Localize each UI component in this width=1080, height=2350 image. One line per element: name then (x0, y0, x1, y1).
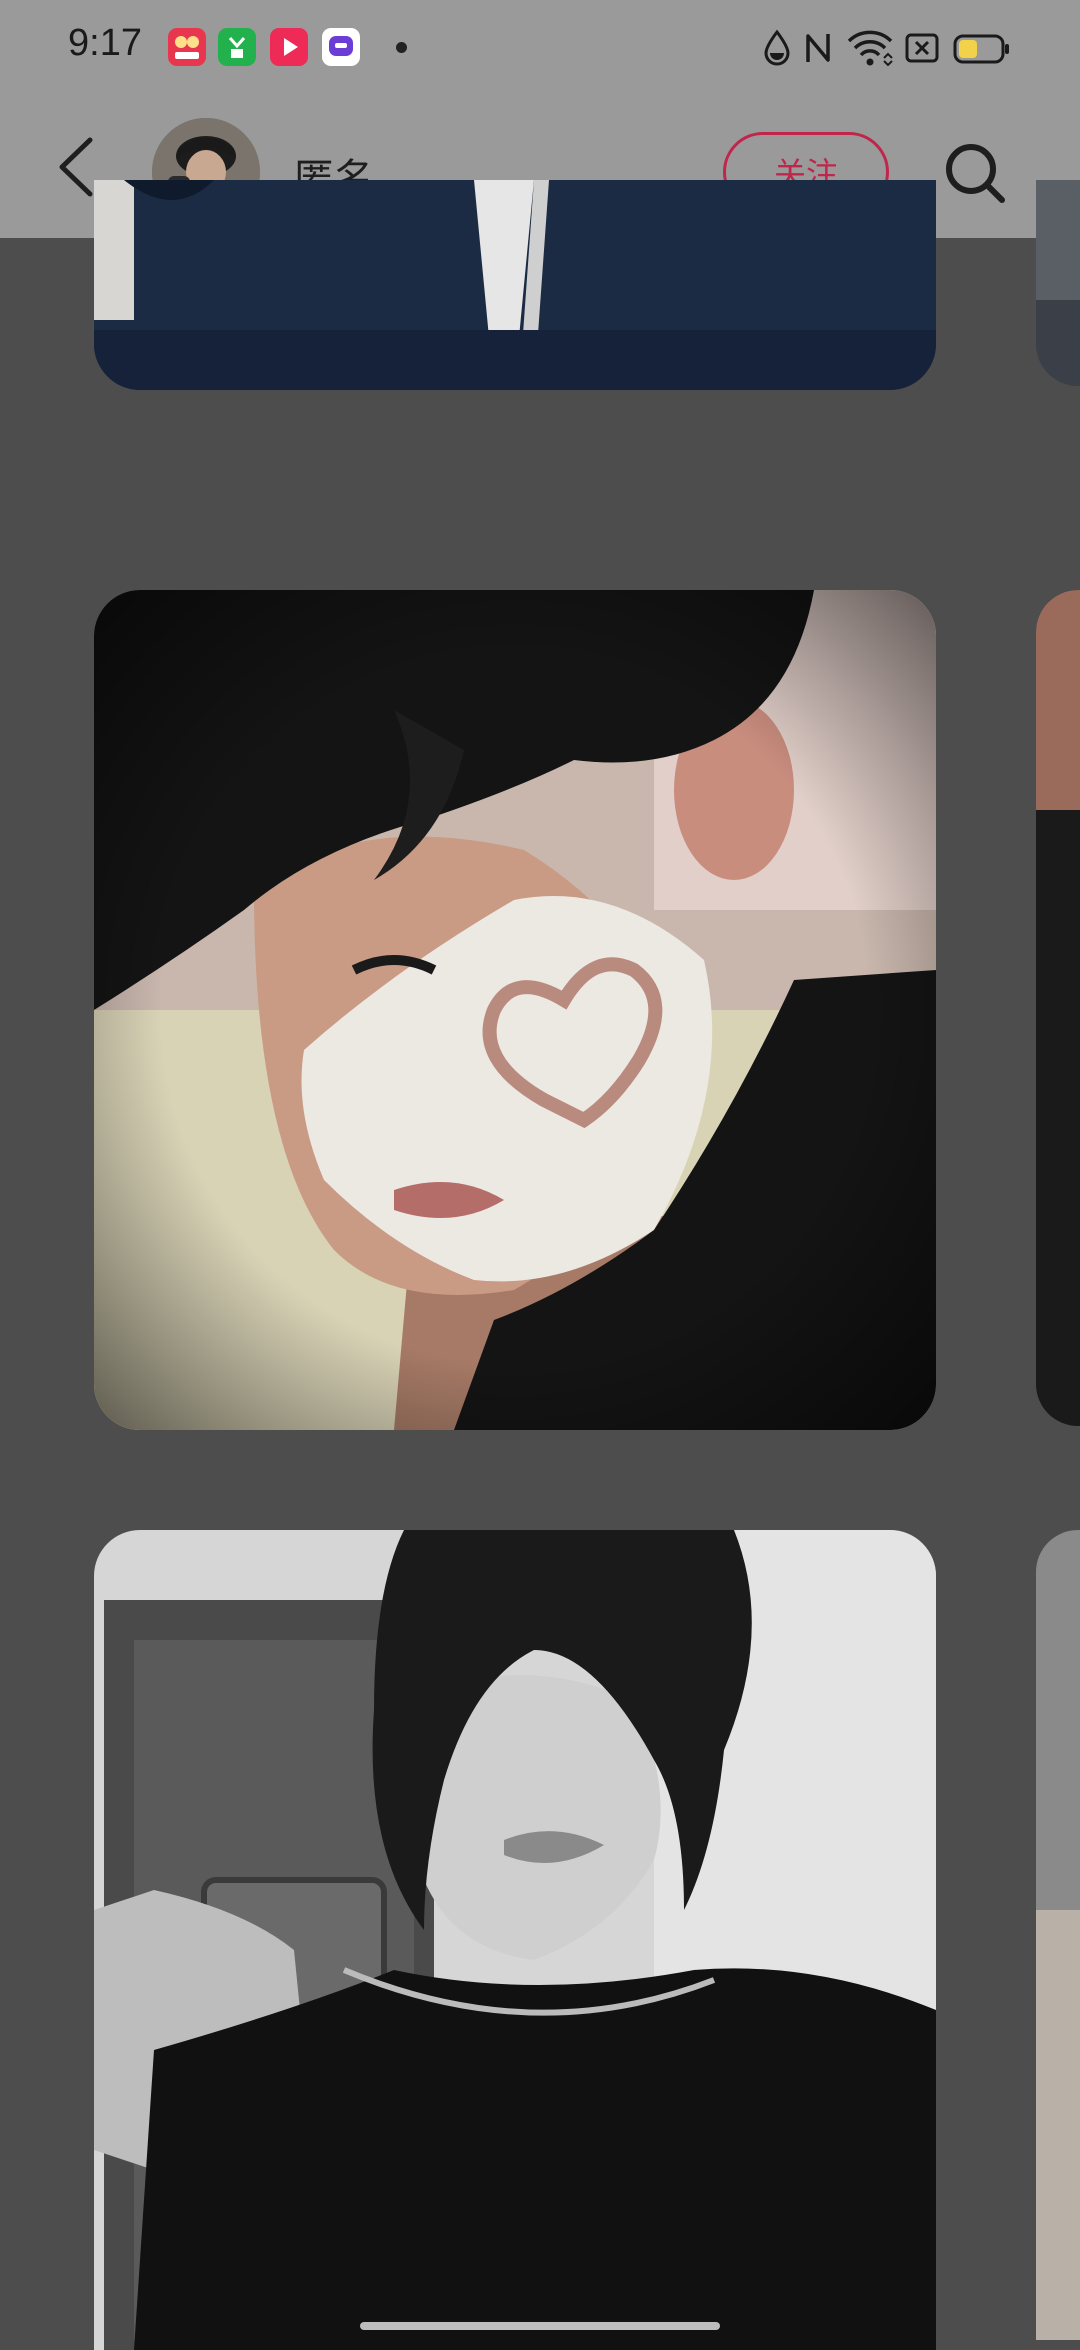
sim-disabled-icon (905, 33, 939, 63)
app-icon-purple-chat (322, 28, 360, 66)
app-icon-green (218, 28, 256, 66)
photo-face-mask-heart[interactable] (94, 590, 936, 1430)
nfc-icon (806, 34, 830, 62)
side-photo-1[interactable] (1036, 180, 1080, 386)
home-indicator[interactable] (360, 2322, 720, 2330)
status-time: 9:17 (68, 22, 142, 64)
more-notifications-dot (396, 42, 407, 53)
app-icon-pink-camera (168, 28, 206, 66)
app-icon-red-play (270, 28, 308, 66)
side-photo-3[interactable] (1036, 1530, 1080, 2340)
data-saver-icon (764, 29, 790, 66)
search-icon[interactable] (940, 138, 1010, 208)
side-photo-2[interactable] (1036, 590, 1080, 1426)
status-bar: 9:17 (0, 0, 1080, 96)
photo-dark-hoodie[interactable] (94, 180, 936, 390)
wifi-icon (847, 30, 893, 67)
battery-icon (953, 34, 1009, 64)
photo-black-white-selfie[interactable] (94, 1530, 936, 2350)
